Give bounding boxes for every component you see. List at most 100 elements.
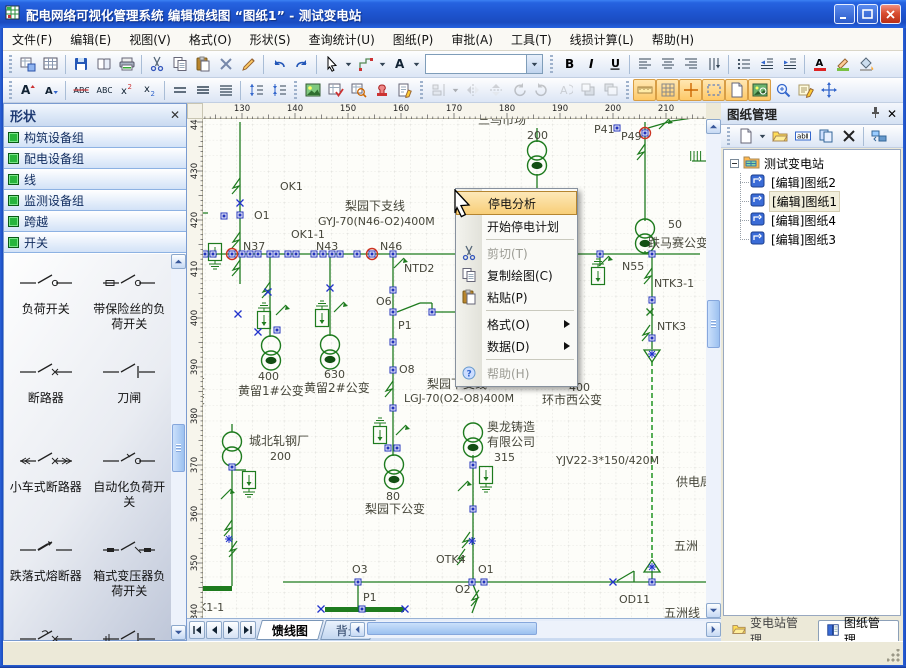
scroll-thumb[interactable] [172, 424, 185, 472]
guides-button[interactable] [679, 79, 702, 101]
distribute-button[interactable] [702, 53, 725, 75]
pin-icon[interactable] [870, 106, 881, 121]
font-shrink-button[interactable]: A [39, 79, 62, 101]
new-drawing-button[interactable] [16, 53, 39, 75]
menu-文件(F)[interactable]: 文件(F) [3, 28, 61, 51]
subscript-button[interactable]: x2 [138, 79, 161, 101]
undo-button[interactable] [267, 53, 290, 75]
next-sheet-button[interactable] [223, 621, 239, 639]
shape-group-跨越[interactable]: 跨越 [4, 211, 186, 232]
shape-group-线[interactable]: 线 [4, 169, 186, 190]
context-item-粘贴(P)[interactable]: 粘贴(P) [456, 286, 577, 308]
resize-grip[interactable] [887, 649, 901, 663]
indent-button[interactable] [778, 53, 801, 75]
font-color-button[interactable]: A [808, 53, 831, 75]
new-page-dropdown[interactable] [757, 125, 768, 147]
tree-item-[编辑]图纸1[interactable]: [编辑]图纸1 [724, 192, 900, 211]
scroll-down-icon[interactable] [706, 603, 721, 618]
align-right-button[interactable] [679, 53, 702, 75]
first-sheet-button[interactable] [189, 621, 205, 639]
bullets-button[interactable] [732, 53, 755, 75]
menu-查询统计(U)[interactable]: 查询统计(U) [300, 28, 384, 51]
menu-工具(T)[interactable]: 工具(T) [502, 28, 561, 51]
context-item-格式(O)[interactable]: 格式(O) [456, 313, 577, 335]
scroll-thumb[interactable] [707, 300, 720, 348]
pan-window-button[interactable] [748, 79, 771, 101]
shape-item-负荷开关[interactable]: 负荷开关 [4, 262, 88, 351]
toolbar-grip[interactable] [626, 81, 629, 100]
text-tool-button[interactable]: A [388, 53, 411, 75]
minimize-button[interactable] [834, 4, 855, 24]
shape-item-箱式变压器负荷开关[interactable]: 箱式变压器负荷开关 [88, 529, 172, 618]
table-button[interactable] [39, 53, 62, 75]
close-button[interactable] [880, 4, 901, 24]
cut-button[interactable] [145, 53, 168, 75]
scroll-left-icon[interactable] [350, 622, 365, 637]
font-combo-dropdown[interactable] [526, 55, 542, 73]
format-painter-button[interactable] [237, 53, 260, 75]
shape-item-带保险丝的负荷开关[interactable]: 带保险丝的负荷开关 [88, 262, 172, 351]
align-center-button[interactable] [656, 53, 679, 75]
toolbar-grip[interactable] [9, 81, 12, 100]
shape-group-构筑设备组[interactable]: 构筑设备组 [4, 127, 186, 148]
scroll-down-icon[interactable] [171, 625, 186, 640]
property-edit-button[interactable] [794, 79, 817, 101]
dropdown-button[interactable] [343, 53, 354, 75]
italic-button[interactable]: I [580, 53, 603, 75]
font-enlarge-button[interactable]: A [16, 79, 39, 101]
toolbar-grip[interactable] [727, 127, 730, 146]
toolbar-grip[interactable] [550, 55, 553, 74]
shape-item-断路器[interactable]: 断路器 [4, 351, 88, 440]
tree-item-[编辑]图纸4[interactable]: [编辑]图纸4 [724, 211, 900, 230]
vspace-dec-button[interactable] [267, 79, 290, 101]
tree-root[interactable]: 测试变电站 [724, 154, 900, 173]
canvas-vscrollbar[interactable] [706, 119, 721, 618]
outdent-button[interactable] [755, 53, 778, 75]
shape-group-配电设备组[interactable]: 配电设备组 [4, 148, 186, 169]
tree-item-[编辑]图纸3[interactable]: [编辑]图纸3 [724, 230, 900, 249]
scroll-up-icon[interactable] [171, 254, 186, 269]
approve-stamp-button[interactable] [370, 79, 393, 101]
transfer-button[interactable] [867, 125, 890, 147]
line-spacing-15-button[interactable] [191, 79, 214, 101]
maximize-button[interactable] [857, 4, 878, 24]
open-folder-button[interactable] [768, 125, 791, 147]
menu-编辑(E)[interactable]: 编辑(E) [61, 28, 120, 51]
vspace-inc-button[interactable] [244, 79, 267, 101]
shapes-panel-close-icon[interactable]: ✕ [170, 108, 180, 122]
toolbar-grip[interactable] [420, 81, 423, 100]
picture-mode-button[interactable] [301, 79, 324, 101]
line-spacing-2-button[interactable] [214, 79, 237, 101]
delete-button[interactable] [214, 53, 237, 75]
prev-sheet-button[interactable] [206, 621, 222, 639]
scroll-right-icon[interactable] [706, 622, 721, 637]
page-break-button[interactable] [725, 79, 748, 101]
line-color-button[interactable] [831, 53, 854, 75]
drawings-panel-close-icon[interactable]: ✕ [887, 107, 897, 121]
tree-item-[编辑]图纸2[interactable]: [编辑]图纸2 [724, 173, 900, 192]
shape-group-监测设备组[interactable]: 监测设备组 [4, 190, 186, 211]
align-left-button[interactable] [633, 53, 656, 75]
redo-button[interactable] [290, 53, 313, 75]
rename-abl-button[interactable]: ab [791, 125, 814, 147]
shape-item-自动化负荷开关[interactable]: 自动化负荷开关 [88, 440, 172, 529]
collapse-icon[interactable] [730, 159, 739, 168]
menu-视图(V)[interactable]: 视图(V) [120, 28, 180, 51]
toolbar-grip[interactable] [9, 55, 12, 74]
panel-tab-变电站管理[interactable]: 变电站管理 [725, 620, 816, 641]
line-spacing-1-button[interactable] [168, 79, 191, 101]
toolbar-grip[interactable] [294, 81, 297, 100]
menu-审批(A)[interactable]: 审批(A) [442, 28, 502, 51]
marquee-button[interactable] [702, 79, 725, 101]
menu-图纸(P)[interactable]: 图纸(P) [384, 28, 443, 51]
note-edit-button[interactable] [393, 79, 416, 101]
last-sheet-button[interactable] [240, 621, 256, 639]
context-item-复制绘图(C)[interactable]: 复制绘图(C) [456, 264, 577, 286]
paste-button[interactable] [191, 53, 214, 75]
panel-tab-图纸管理[interactable]: 图纸管理 [818, 620, 899, 641]
sheet-tab-馈线图[interactable]: 馈线图 [256, 620, 324, 640]
shape-item-跌落式熔断器[interactable]: 跌落式熔断器 [4, 529, 88, 618]
grid-button[interactable] [656, 79, 679, 101]
shape-item-刀闸[interactable]: 刀闸 [88, 351, 172, 440]
menu-形状(S)[interactable]: 形状(S) [241, 28, 300, 51]
